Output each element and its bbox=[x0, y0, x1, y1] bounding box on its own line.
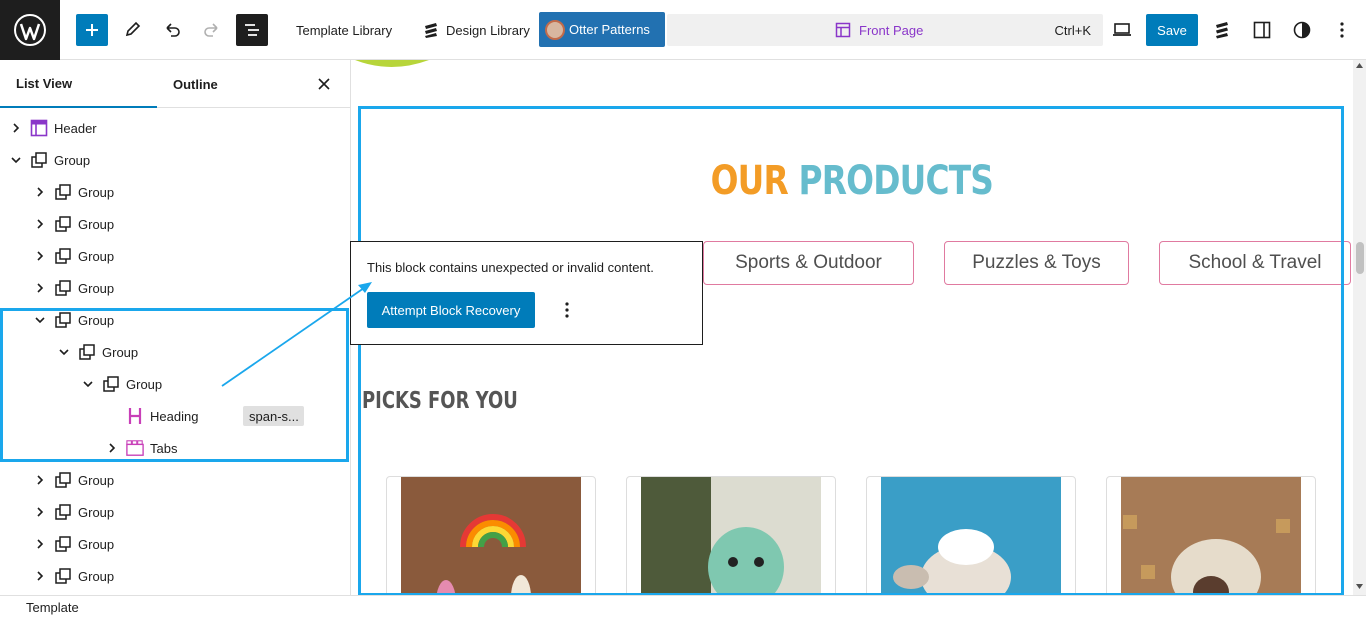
stackable-icon bbox=[425, 23, 437, 38]
chevron-down-icon[interactable] bbox=[8, 152, 24, 168]
list-view-sidebar: List View Outline Header Group Group Gro… bbox=[0, 60, 351, 595]
scroll-down-icon[interactable] bbox=[1356, 584, 1363, 589]
device-preview-icon[interactable] bbox=[1106, 14, 1138, 46]
close-icon[interactable] bbox=[314, 74, 334, 94]
list-item-label: Group bbox=[78, 536, 115, 552]
group-icon bbox=[30, 151, 48, 169]
selection-highlight bbox=[0, 308, 349, 462]
document-title: Front Page bbox=[835, 14, 923, 46]
group-icon bbox=[54, 503, 72, 521]
design-library-button[interactable]: Design Library bbox=[422, 14, 530, 46]
chevron-right-icon[interactable] bbox=[32, 504, 48, 520]
chevron-right-icon[interactable] bbox=[32, 216, 48, 232]
header-template-icon bbox=[30, 119, 48, 137]
list-item-label: Header bbox=[54, 120, 97, 136]
stackable-settings-icon[interactable] bbox=[1206, 14, 1238, 46]
list-item-group[interactable]: Group bbox=[0, 176, 350, 208]
list-item-label: Group bbox=[78, 216, 115, 232]
group-icon bbox=[54, 567, 72, 585]
list-item-group[interactable]: Group bbox=[0, 560, 350, 592]
otter-patterns-button[interactable]: Otter Patterns bbox=[539, 12, 665, 47]
pencil-icon[interactable] bbox=[116, 14, 148, 46]
template-library-button[interactable]: Template Library bbox=[296, 14, 392, 46]
list-item-group[interactable]: Group bbox=[0, 208, 350, 240]
list-item-label: Group bbox=[78, 472, 115, 488]
top-toolbar: Template Library Design Library Otter Pa… bbox=[0, 0, 1366, 60]
group-icon bbox=[54, 183, 72, 201]
tab-outline[interactable]: Outline bbox=[173, 60, 218, 108]
otter-icon bbox=[545, 19, 565, 40]
more-actions-icon[interactable] bbox=[555, 298, 579, 322]
list-item-group[interactable]: Group bbox=[0, 464, 350, 496]
canvas-scrollbar[interactable] bbox=[1353, 60, 1366, 595]
scroll-thumb[interactable] bbox=[1356, 242, 1364, 274]
undo-icon[interactable] bbox=[156, 14, 188, 46]
group-icon bbox=[54, 279, 72, 297]
page-title: Front Page bbox=[859, 22, 924, 38]
breadcrumb-bar: Template bbox=[0, 595, 1366, 620]
group-icon bbox=[54, 535, 72, 553]
selected-block-outline bbox=[358, 106, 1344, 596]
chevron-right-icon[interactable] bbox=[32, 184, 48, 200]
list-item-label: Group bbox=[78, 184, 115, 200]
decorative-shape bbox=[355, 60, 429, 67]
list-item-group[interactable]: Group bbox=[0, 240, 350, 272]
list-item-label: Group bbox=[78, 280, 115, 296]
list-item-header[interactable]: Header bbox=[0, 112, 350, 144]
chevron-right-icon[interactable] bbox=[32, 248, 48, 264]
list-view-toggle-icon[interactable] bbox=[236, 14, 268, 46]
attempt-block-recovery-button[interactable]: Attempt Block Recovery bbox=[367, 292, 535, 328]
sidebar-tabs: List View Outline bbox=[0, 60, 350, 108]
list-item-group[interactable]: Group bbox=[0, 272, 350, 304]
chevron-right-icon[interactable] bbox=[32, 280, 48, 296]
scroll-up-icon[interactable] bbox=[1356, 63, 1363, 68]
design-library-label: Design Library bbox=[446, 22, 530, 38]
list-item-label: Group bbox=[54, 152, 91, 168]
invalid-block-warning: This block contains unexpected or invali… bbox=[350, 241, 703, 345]
list-item-label: Group bbox=[78, 568, 115, 584]
settings-sidebar-icon[interactable] bbox=[1246, 14, 1278, 46]
more-options-icon[interactable] bbox=[1326, 14, 1358, 46]
chevron-right-icon[interactable] bbox=[8, 120, 24, 136]
chevron-right-icon[interactable] bbox=[32, 536, 48, 552]
group-icon bbox=[54, 471, 72, 489]
list-item-label: Group bbox=[78, 504, 115, 520]
warning-message: This block contains unexpected or invali… bbox=[367, 260, 654, 275]
list-item-group[interactable]: Group bbox=[0, 144, 350, 176]
styles-contrast-icon[interactable] bbox=[1286, 14, 1318, 46]
save-button[interactable]: Save bbox=[1146, 14, 1198, 46]
chevron-right-icon[interactable] bbox=[32, 568, 48, 584]
breadcrumb-template[interactable]: Template bbox=[26, 600, 79, 615]
add-block-button[interactable] bbox=[76, 14, 108, 46]
otter-patterns-label: Otter Patterns bbox=[569, 22, 650, 37]
group-icon bbox=[54, 215, 72, 233]
template-icon bbox=[835, 22, 851, 38]
template-library-label: Template Library bbox=[296, 22, 393, 38]
command-palette-bar[interactable]: Front Page Ctrl+K bbox=[667, 14, 1103, 46]
group-icon bbox=[54, 247, 72, 265]
shortcut-hint: Ctrl+K bbox=[1054, 22, 1091, 38]
wordpress-logo-icon[interactable] bbox=[0, 0, 60, 60]
redo-icon[interactable] bbox=[196, 14, 228, 46]
list-item-group[interactable]: Group bbox=[0, 496, 350, 528]
list-item-label: Group bbox=[78, 248, 115, 264]
tab-list-view[interactable]: List View bbox=[0, 60, 157, 108]
list-item-group[interactable]: Group bbox=[0, 528, 350, 560]
chevron-right-icon[interactable] bbox=[32, 472, 48, 488]
